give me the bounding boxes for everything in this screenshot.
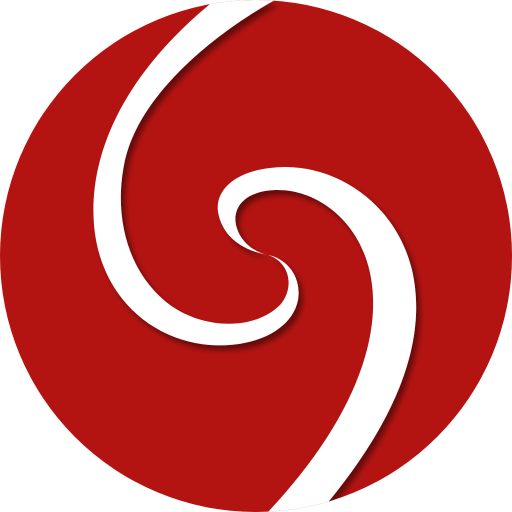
red-swirl-logo-icon (0, 0, 512, 512)
red-disc (0, 0, 512, 512)
logo-canvas (0, 0, 512, 512)
